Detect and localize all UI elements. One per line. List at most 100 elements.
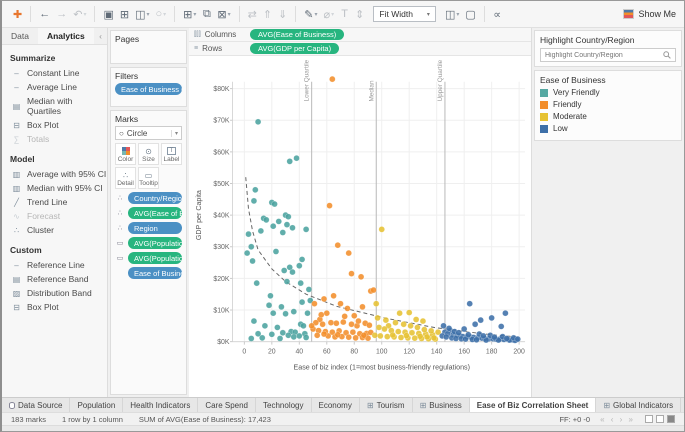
scatter-point[interactable] bbox=[491, 333, 498, 341]
scatter-point[interactable] bbox=[298, 256, 306, 263]
scatter-point[interactable] bbox=[279, 229, 287, 236]
scatter-point[interactable] bbox=[248, 335, 255, 342]
field-pill[interactable]: Ease of Busine.. bbox=[128, 267, 182, 279]
scatter-point[interactable] bbox=[503, 335, 510, 342]
label-button[interactable]: T Label bbox=[161, 143, 182, 165]
scatter-point[interactable] bbox=[445, 325, 453, 332]
scatter-point[interactable] bbox=[290, 333, 297, 341]
scatter-point[interactable] bbox=[514, 335, 521, 343]
size-button[interactable]: ⊙ Size bbox=[138, 143, 159, 165]
scatter-point[interactable] bbox=[407, 322, 414, 330]
view-normal-icon[interactable] bbox=[645, 415, 653, 423]
new-worksheet-button[interactable]: ⊞ ▾ bbox=[180, 5, 199, 23]
scatter-point[interactable] bbox=[283, 278, 291, 285]
scatter-point[interactable] bbox=[311, 300, 318, 307]
scatter-point[interactable] bbox=[313, 332, 321, 339]
sheet-tab-tourism[interactable]: ⊞ Tourism bbox=[360, 398, 413, 412]
new-worksheet-button[interactable]: ⊞ bbox=[681, 398, 684, 412]
analytics-item-median-with-quartiles[interactable]: ▤ Median with Quartiles bbox=[2, 94, 107, 118]
scatter-point[interactable] bbox=[254, 118, 262, 126]
scatter-point[interactable] bbox=[416, 333, 424, 340]
analytics-item-trend-line[interactable]: ╱ Trend Line bbox=[2, 195, 107, 209]
scatter-point[interactable] bbox=[349, 328, 357, 336]
scatter-point[interactable] bbox=[371, 332, 379, 339]
scatter-point[interactable] bbox=[243, 249, 251, 257]
scatter-point[interactable] bbox=[271, 200, 278, 208]
scatter-point[interactable] bbox=[345, 333, 352, 341]
show-hide-cards-button[interactable]: ◫ ▾ bbox=[442, 5, 462, 23]
scatter-point[interactable] bbox=[289, 268, 296, 276]
scatter-point[interactable] bbox=[289, 224, 296, 231]
legend-item-low[interactable]: Low bbox=[540, 124, 676, 133]
sort-ascending-button[interactable]: ⇑ bbox=[260, 5, 275, 23]
scatter-point[interactable] bbox=[384, 333, 391, 340]
scatter-point[interactable] bbox=[245, 230, 252, 238]
tab-analytics[interactable]: Analytics bbox=[37, 28, 94, 44]
scatter-point[interactable] bbox=[430, 334, 438, 342]
scatter-point[interactable] bbox=[286, 158, 293, 165]
scatter-point[interactable] bbox=[249, 257, 256, 265]
scatter-point[interactable] bbox=[323, 309, 330, 317]
scatter-point[interactable] bbox=[327, 319, 335, 326]
field-pill[interactable]: Ease of Business (cl.. bbox=[115, 83, 182, 95]
analytics-item-reference-band[interactable]: ▤ Reference Band bbox=[2, 272, 107, 286]
pages-shelf[interactable]: Pages bbox=[110, 30, 187, 64]
field-pill[interactable]: AVG(Population . bbox=[128, 252, 182, 264]
scatter-point[interactable] bbox=[300, 322, 307, 330]
analytics-item-median-with-95-ci[interactable]: ▥ Median with 95% CI bbox=[2, 181, 107, 195]
scatter-point[interactable] bbox=[400, 321, 407, 328]
scatter-point[interactable] bbox=[359, 303, 366, 311]
scatter-point[interactable] bbox=[250, 197, 258, 205]
scatter-point[interactable] bbox=[498, 323, 505, 330]
view-tiled-icon[interactable] bbox=[656, 415, 664, 423]
scatter-point[interactable] bbox=[259, 334, 266, 342]
analytics-item-cluster[interactable]: ∴ Cluster bbox=[2, 223, 107, 237]
rows-shelf[interactable]: ≡ Rows AVG(GDP per Capita) bbox=[189, 42, 531, 56]
sheet-tab-economy[interactable]: Economy bbox=[312, 398, 360, 412]
scatter-point[interactable] bbox=[377, 332, 384, 340]
scatter-point[interactable] bbox=[337, 300, 344, 307]
scatter-point[interactable] bbox=[348, 321, 355, 328]
columns-pill[interactable]: AVG(Ease of Business) bbox=[250, 29, 345, 40]
show-mark-labels-button[interactable]: ⌀ ▾ bbox=[321, 5, 338, 23]
scatter-point[interactable] bbox=[318, 311, 325, 318]
scatter-point[interactable] bbox=[372, 300, 380, 307]
scatter-point[interactable] bbox=[366, 322, 373, 329]
presentation-mode-button[interactable]: ▢ bbox=[462, 5, 478, 23]
scatter-point[interactable] bbox=[375, 324, 383, 331]
scatter-point[interactable] bbox=[280, 267, 288, 274]
replay-button[interactable]: ↶ ▾ bbox=[70, 5, 89, 23]
collapse-pane-icon[interactable]: ‹ bbox=[94, 31, 107, 41]
scatter-point[interactable] bbox=[351, 312, 358, 319]
swap-rows-columns-button[interactable]: ⇄ bbox=[245, 5, 260, 23]
sheet-tab-technology[interactable]: Technology bbox=[256, 398, 312, 412]
scatter-point[interactable] bbox=[320, 330, 328, 338]
scatter-point[interactable] bbox=[319, 321, 326, 328]
analytics-item-box-plot[interactable]: ⊟ Box Plot bbox=[2, 118, 107, 132]
scatter-point[interactable] bbox=[460, 325, 468, 333]
scatter-point[interactable] bbox=[340, 318, 347, 326]
scatter-point[interactable] bbox=[423, 333, 431, 341]
scatter-point[interactable] bbox=[360, 332, 368, 339]
scatter-point[interactable] bbox=[477, 316, 484, 324]
field-pill[interactable]: Country/Region bbox=[128, 192, 182, 204]
scatter-point[interactable] bbox=[396, 309, 403, 317]
legend-item-friendly[interactable]: Friendly bbox=[540, 100, 676, 109]
scatter-point[interactable] bbox=[408, 329, 416, 336]
scatter-point[interactable] bbox=[355, 317, 362, 325]
scatter-point[interactable] bbox=[411, 334, 418, 342]
scatter-point[interactable] bbox=[427, 327, 435, 335]
rows-pill[interactable]: AVG(GDP per Capita) bbox=[250, 43, 340, 54]
field-pill[interactable]: AVG(Ease of Busi.. bbox=[128, 207, 182, 219]
analytics-item-totals[interactable]: ∑ Totals bbox=[2, 132, 107, 146]
field-pill[interactable]: Region bbox=[128, 222, 182, 234]
sheet-nav-arrows[interactable]: « ‹ › » bbox=[600, 415, 635, 424]
scatter-point[interactable] bbox=[392, 319, 399, 326]
filters-shelf[interactable]: Filters Ease of Business (cl.. bbox=[110, 67, 187, 107]
field-pill[interactable]: AVG(Population . bbox=[128, 237, 182, 249]
scatter-point[interactable] bbox=[452, 335, 460, 342]
scatter-point[interactable] bbox=[370, 286, 377, 294]
view-presentation-icon[interactable] bbox=[667, 415, 675, 423]
pause-auto-updates-button[interactable]: ◫ ▾ bbox=[132, 5, 152, 23]
show-me-button[interactable]: Show Me bbox=[623, 9, 676, 19]
